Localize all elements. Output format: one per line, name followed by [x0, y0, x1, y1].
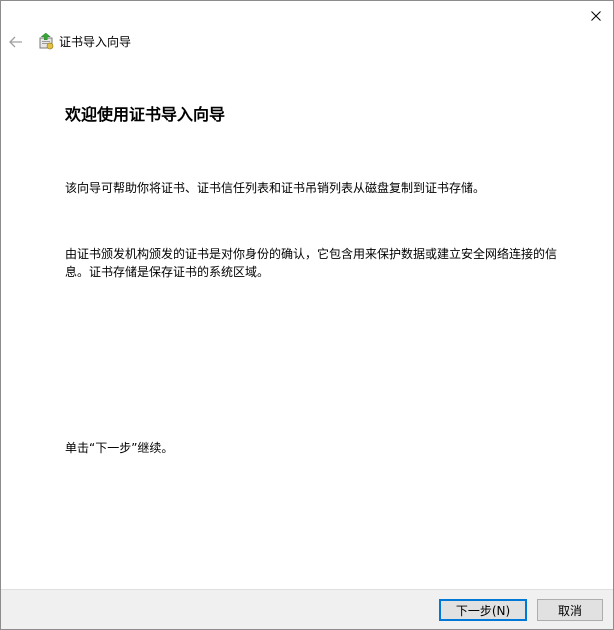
- certificate-import-wizard-window: 证书导入向导 欢迎使用证书导入向导 该向导可帮助你将证书、证书信任列表和证书吊销…: [0, 0, 614, 630]
- close-icon: [591, 6, 601, 25]
- back-arrow-icon: [9, 33, 23, 52]
- wizard-content: 欢迎使用证书导入向导 该向导可帮助你将证书、证书信任列表和证书吊销列表从磁盘复制…: [1, 63, 613, 589]
- title-bar: 证书导入向导: [1, 1, 613, 63]
- certificate-wizard-icon: [37, 32, 55, 51]
- description-paragraph-2: 由证书颁发机构颁发的证书是对你身份的确认，它包含用来保护数据或建立安全网络连接的…: [65, 247, 558, 279]
- description-paragraph-1: 该向导可帮助你将证书、证书信任列表和证书吊销列表从磁盘复制到证书存储。: [65, 181, 486, 195]
- close-button[interactable]: [585, 5, 607, 25]
- continue-instruction: 单击“下一步”继续。: [65, 441, 174, 455]
- button-bar: 下一步(N) 取消: [1, 589, 613, 629]
- cancel-button[interactable]: 取消: [537, 599, 603, 621]
- back-button[interactable]: [5, 32, 27, 52]
- window-title: 证书导入向导: [59, 35, 132, 49]
- next-button[interactable]: 下一步(N): [439, 599, 527, 621]
- page-title: 欢迎使用证书导入向导: [65, 105, 226, 124]
